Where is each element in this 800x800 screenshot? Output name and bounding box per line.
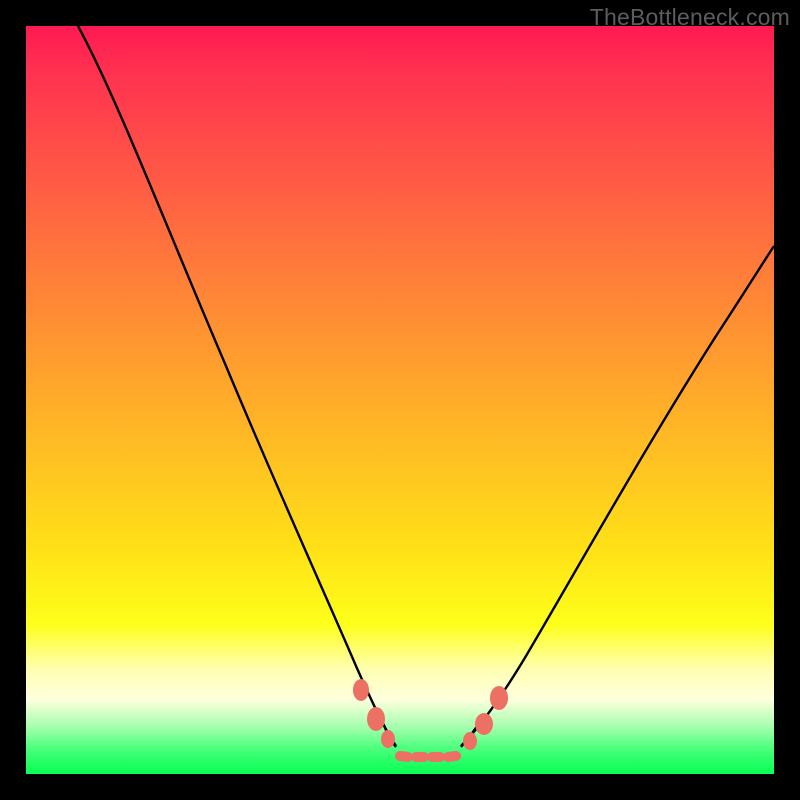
marker-cluster-right — [463, 686, 508, 750]
optimum-dotted-segment — [400, 756, 456, 757]
marker-cluster-left — [353, 679, 395, 748]
plot-area — [26, 26, 774, 774]
watermark-text: TheBottleneck.com — [590, 4, 790, 31]
bottleneck-curve — [78, 26, 774, 746]
outer-frame: TheBottleneck.com — [0, 0, 800, 800]
chart-svg — [26, 26, 774, 774]
